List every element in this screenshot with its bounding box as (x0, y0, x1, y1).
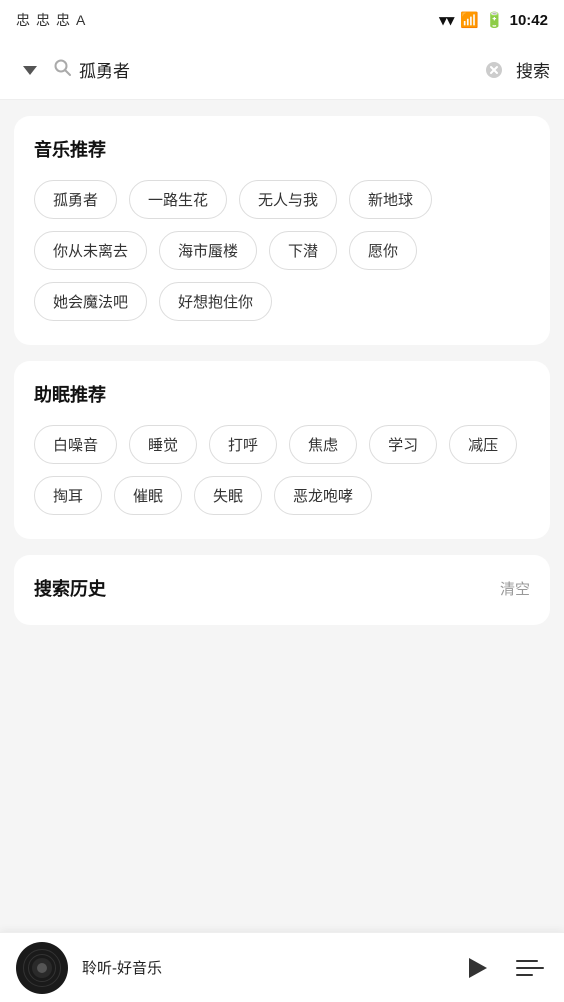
player-controls (458, 950, 548, 986)
music-tag-2[interactable]: 无人与我 (239, 180, 337, 219)
sleep-section: 助眠推荐 白噪音 睡觉 打呼 焦虑 学习 减压 掏耳 催眠 失眠 恶龙咆哮 (14, 361, 550, 539)
music-tag-1[interactable]: 一路生花 (129, 180, 227, 219)
battery-icon: 🔋 (485, 11, 504, 29)
sleep-tag-5[interactable]: 减压 (449, 425, 517, 464)
play-icon (469, 958, 487, 978)
carrier-icon-2: 忠 (36, 10, 50, 30)
sleep-tag-6[interactable]: 掏耳 (34, 476, 102, 515)
sleep-tag-8[interactable]: 失眠 (194, 476, 262, 515)
sleep-tag-0[interactable]: 白噪音 (34, 425, 117, 464)
history-section: 搜索历史 清空 (14, 555, 550, 625)
sleep-section-title: 助眠推荐 (34, 381, 530, 407)
list-line-2 (516, 967, 544, 969)
signal-icon: 📶 (460, 11, 479, 29)
playlist-button[interactable] (512, 950, 548, 986)
wifi-icon: ▾▾ (439, 11, 454, 29)
carrier-icon-1: 忠 (16, 10, 30, 30)
music-tags: 孤勇者 一路生花 无人与我 新地球 你从未离去 海市蜃楼 下潜 愿你 她会魔法吧… (34, 180, 530, 321)
sleep-tag-4[interactable]: 学习 (369, 425, 437, 464)
music-tag-6[interactable]: 下潜 (269, 231, 337, 270)
vinyl-center-dot (37, 963, 47, 973)
player-title: 聆听-好音乐 (82, 957, 444, 978)
search-input-wrap (54, 59, 472, 81)
sleep-tags: 白噪音 睡觉 打呼 焦虑 学习 减压 掏耳 催眠 失眠 恶龙咆哮 (34, 425, 530, 515)
music-section-title: 音乐推荐 (34, 136, 530, 162)
list-line-1 (516, 960, 538, 962)
sleep-tag-9[interactable]: 恶龙咆哮 (274, 476, 372, 515)
search-bar: 搜索 (0, 40, 564, 100)
list-line-3 (516, 974, 533, 976)
search-input[interactable] (79, 60, 472, 80)
dropdown-button[interactable] (14, 54, 46, 86)
music-tag-4[interactable]: 你从未离去 (34, 231, 147, 270)
search-button[interactable]: 搜索 (516, 57, 550, 82)
time-display: 10:42 (510, 12, 548, 29)
sleep-tag-7[interactable]: 催眠 (114, 476, 182, 515)
music-tag-5[interactable]: 海市蜃楼 (159, 231, 257, 270)
status-icons: 忠 忠 忠 A (16, 10, 85, 30)
music-section: 音乐推荐 孤勇者 一路生花 无人与我 新地球 你从未离去 海市蜃楼 下潜 愿你 … (14, 116, 550, 345)
sleep-tag-2[interactable]: 打呼 (209, 425, 277, 464)
music-tag-7[interactable]: 愿你 (349, 231, 417, 270)
history-title: 搜索历史 (34, 575, 106, 601)
music-tag-9[interactable]: 好想抱住你 (159, 282, 272, 321)
a-icon: A (76, 12, 85, 28)
sleep-tag-3[interactable]: 焦虑 (289, 425, 357, 464)
bottom-player: 聆听-好音乐 (0, 932, 564, 1002)
status-right: ▾▾ 📶 🔋 10:42 (439, 11, 548, 29)
play-button[interactable] (458, 950, 494, 986)
history-header: 搜索历史 清空 (34, 575, 530, 601)
clear-input-button[interactable] (480, 56, 508, 84)
vinyl-record[interactable] (16, 942, 68, 994)
search-icon (54, 59, 71, 81)
music-tag-8[interactable]: 她会魔法吧 (34, 282, 147, 321)
main-content: 音乐推荐 孤勇者 一路生花 无人与我 新地球 你从未离去 海市蜃楼 下潜 愿你 … (0, 100, 564, 932)
music-tag-3[interactable]: 新地球 (349, 180, 432, 219)
status-bar: 忠 忠 忠 A ▾▾ 📶 🔋 10:42 (0, 0, 564, 40)
carrier-icon-3: 忠 (56, 10, 70, 30)
sleep-tag-1[interactable]: 睡觉 (129, 425, 197, 464)
clear-history-button[interactable]: 清空 (500, 578, 530, 599)
music-tag-0[interactable]: 孤勇者 (34, 180, 117, 219)
